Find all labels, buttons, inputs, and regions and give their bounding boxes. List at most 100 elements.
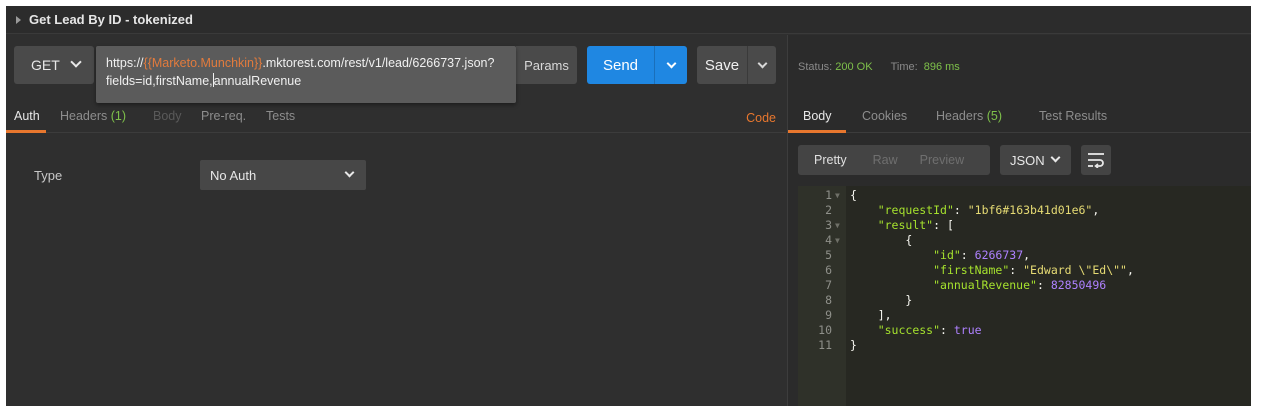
active-tab-indicator [788,130,846,133]
line-number: 8 [825,293,832,307]
code-token: : [953,203,968,217]
params-button[interactable]: Params [516,46,577,84]
code-token: , [1126,263,1134,277]
tab-auth[interactable]: Auth [14,109,40,123]
line-number: 6 [825,263,832,277]
fold-toggle-icon[interactable]: ▼ [835,188,840,203]
format-select[interactable]: JSON [1000,145,1071,175]
code-token: 6266737 [974,248,1024,262]
save-label: Save [704,56,740,74]
tab-body[interactable]: Body [153,109,182,123]
code-line: 5 "id": 6266737, [798,248,1258,263]
postman-window: Get Lead By ID - tokenized GET https://{… [6,6,1258,406]
code-token: { [850,188,857,202]
wrap-lines-icon [1088,153,1104,168]
code-line: 2 "requestId": "1bf6#163b41d01e6", [798,203,1258,218]
tab-headers-count: (1) [110,109,127,123]
response-code-editor[interactable]: 1 ▼{2 "requestId": "1bf6#163b41d01e6", 3 ▼ … [798,186,1258,406]
status-value: 200 OK [835,61,873,73]
tab-headers-label: Headers [60,109,108,123]
code-line: 7 "annualRevenue": 82850496 [798,278,1258,293]
tab-cookies[interactable]: Cookies [862,109,907,123]
line-number: 3 [825,218,832,232]
format-value: JSON [1010,152,1045,168]
send-dropdown[interactable] [655,58,687,68]
auth-type-select[interactable]: No Auth [200,160,366,190]
code-line: 3 ▼ "result": [ [798,218,1258,233]
tab-response-headers[interactable]: Headers (5) [936,109,1002,123]
code-text: "success": true [850,323,982,338]
save-dropdown[interactable] [748,58,776,68]
code-line: 9 ], [798,308,1258,323]
code-token: 82850496 [1050,278,1107,292]
code-token: ], [850,308,892,322]
wrap-lines-button[interactable] [1081,145,1111,175]
code-token: : [940,323,954,337]
send-button[interactable]: Send [587,46,687,84]
code-token: : [ [933,218,954,232]
code-text: } [850,293,912,308]
code-token: "result" [877,218,934,232]
url-path: .mktorest.com/rest/v1/lead/6266737.json? [262,56,495,70]
fold-toggle-icon[interactable]: ▼ [835,233,840,248]
view-mode-group: Pretty Raw Preview [798,145,990,175]
code-text: "annualRevenue": 82850496 [850,278,1106,293]
code-token: true [953,323,982,337]
collapse-caret-icon[interactable] [16,15,21,24]
time-value: 896 ms [923,61,960,73]
view-pretty[interactable]: Pretty [798,153,863,167]
response-tabs: Body Cookies Headers (5) Test Results [788,103,1258,133]
code-token: : [1036,278,1051,292]
auth-type-label: Type [34,168,63,183]
view-raw[interactable]: Raw [863,153,908,167]
code-token: } [850,293,913,307]
request-pane: GET https://{{Marketo.Munchkin}}.mktores… [6,35,786,406]
url-query-rest: annualRevenue [213,74,302,88]
code-token: "firstName" [933,263,1010,277]
request-tabs: Auth Headers (1) Body Pre-req. Tests Cod… [6,103,786,133]
tab-prereq[interactable]: Pre-req. [201,109,246,123]
code-line: 4 ▼ { [798,233,1258,248]
code-token: "success" [877,323,941,337]
url-variable: {{Marketo.Munchkin}} [143,56,263,70]
chevron-down-icon [757,58,767,68]
line-number: 5 [825,248,832,262]
code-link[interactable]: Code [746,111,776,125]
save-button[interactable]: Save [697,46,776,84]
code-token: "requestId" [877,203,954,217]
status-label: Status: [798,61,833,73]
line-number: 1 [825,188,832,202]
code-line: 8 } [798,293,1258,308]
fold-toggle-icon[interactable]: ▼ [835,218,840,233]
code-text: "result": [ [850,218,954,233]
code-token: "Edward \"Ed\"" [1023,263,1127,277]
tab-headers[interactable]: Headers (1) [60,109,126,123]
code-line: 10 "success": true [798,323,1258,338]
code-line: 1 ▼ { [798,188,1258,203]
url-query-part: fields=id,firstName, [106,74,213,88]
tab-tests[interactable]: Tests [266,109,295,123]
code-text: { [850,188,857,203]
tab-test-results[interactable]: Test Results [1039,109,1107,123]
request-title: Get Lead By ID - tokenized [29,12,193,27]
code-token: , [1092,203,1100,217]
line-number: 10 [818,323,832,337]
view-preview[interactable]: Preview [908,153,976,167]
time-label: Time: [890,61,918,73]
send-label: Send [602,56,639,74]
url-prefix: https:// [106,56,144,70]
code-token: { [850,233,913,247]
url-input[interactable]: https://{{Marketo.Munchkin}}.mktorest.co… [96,46,516,103]
code-token: "1bf6#163b41d01e6" [967,203,1093,217]
title-bar: Get Lead By ID - tokenized [6,6,1258,34]
code-token: , [1023,248,1031,262]
chevron-down-icon [666,58,676,68]
method-select[interactable]: GET [14,46,94,84]
code-token: } [850,338,857,352]
response-pane: Status: 200 OK Time: 896 ms Body Cookies H… [787,35,1258,406]
tab-response-body[interactable]: Body [803,109,832,123]
code-text: } [850,338,857,353]
